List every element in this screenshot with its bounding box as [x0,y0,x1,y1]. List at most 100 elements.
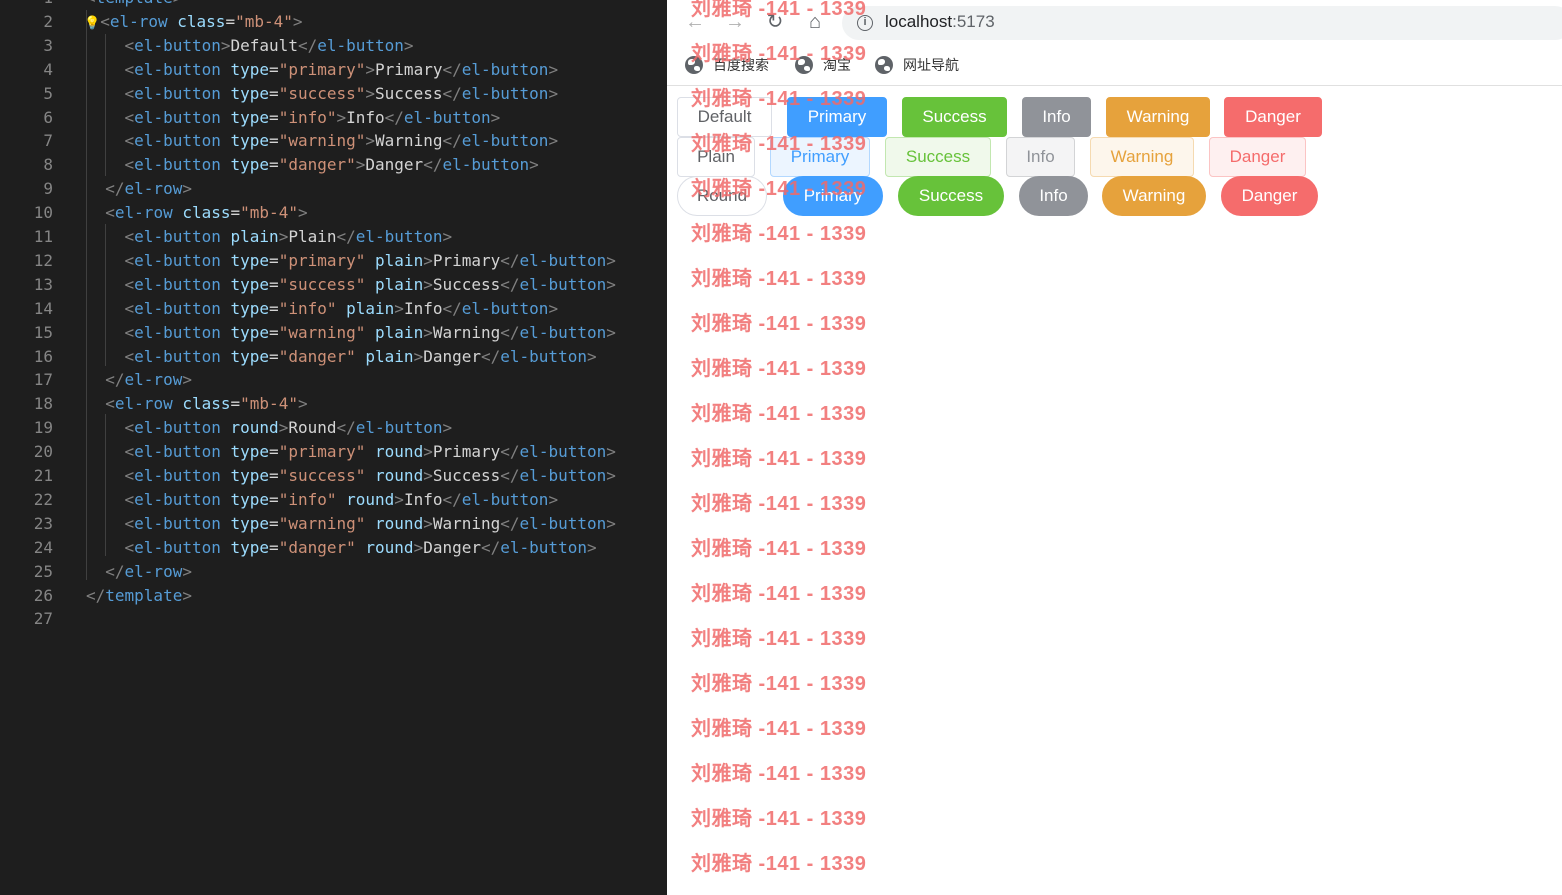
code-line: 24 <el-button type="danger" round>Danger… [0,536,667,560]
home-icon[interactable]: ⌂ [803,10,827,34]
code-token: </ [384,107,404,127]
warning-button[interactable]: Warning [1102,176,1206,216]
code-token: > [529,155,539,175]
code-token: > [606,513,616,533]
code-token: < [105,203,115,223]
line-number: 11 [33,227,53,246]
code-token: = [269,442,279,462]
reload-icon[interactable]: ↻ [763,10,787,34]
primary-button[interactable]: Primary [783,176,883,216]
line-number: 15 [33,322,53,342]
code-token: > [606,466,616,485]
code-token: < [124,346,135,366]
round-button[interactable]: Round [677,176,767,216]
success-button[interactable]: Success [885,137,991,177]
code-token: plain [375,322,424,342]
address-bar[interactable]: i localhost:5173 [842,6,1562,40]
code-token: > [394,489,404,509]
info-button[interactable]: Info [1019,176,1088,216]
code-token: > [423,466,433,485]
forward-icon[interactable]: → [723,10,747,34]
code-editor[interactable]: 1<template>2💡<el-row class="mb-4">3 <el-… [0,0,667,895]
info-icon[interactable]: i [857,15,873,31]
watermark-text: 刘雅琦 -141 - 1339 [691,853,867,875]
success-button[interactable]: Success [902,97,1007,137]
code-token: > [442,227,453,246]
code-text: <el-button type="info">Info</el-button> [86,106,501,130]
code-token: Primary [375,59,443,79]
code-token: </ [500,466,520,485]
code-token: "mb-4" [235,11,293,31]
line-number: 12 [33,250,53,270]
primary-button[interactable]: Primary [787,97,887,137]
code-token: template [105,585,183,605]
code-token: > [548,83,559,103]
code-text: <el-button round>Round</el-button> [86,416,453,440]
code-token: < [124,322,135,342]
warning-button[interactable]: Warning [1090,137,1194,177]
bookmark-taobao[interactable]: 淘宝 [795,54,851,76]
code-token: el-button [134,59,221,79]
code-token: round [230,418,279,438]
bookmark-baidu[interactable]: 百度搜索 [685,54,769,76]
danger-button[interactable]: Danger [1209,137,1306,177]
code-token: type [230,537,270,557]
code-text: <el-button type="warning" plain>Warning<… [86,321,616,345]
default-button[interactable]: Default [677,97,772,137]
code-token: Success [375,83,443,103]
back-icon[interactable]: ← [683,10,707,34]
code-token: Primary [432,250,501,270]
code-token: Info [403,489,443,509]
info-button[interactable]: Info [1022,97,1091,137]
code-token: el-button [519,250,607,270]
code-token: el-button [134,227,221,246]
code-token: "mb-4" [240,203,298,223]
code-line: 18 <el-row class="mb-4"> [0,392,667,416]
warning-button[interactable]: Warning [1106,97,1210,137]
line-number: 26 [33,585,53,605]
code-text: <el-button type="warning" round>Warning<… [86,512,616,536]
code-text: <el-button type="success" round>Success<… [86,464,616,488]
code-token: > [548,298,559,318]
success-button[interactable]: Success [898,176,1004,216]
code-line: 3 <el-button>Default</el-button> [0,34,667,58]
code-line: 12 <el-button type="primary" plain>Prima… [0,249,667,273]
code-line: 11 <el-button plain>Plain</el-button> [0,225,667,249]
bookmark-label: 百度搜索 [713,57,769,73]
code-token: el-button [134,131,221,151]
code-token: </ [442,131,462,151]
code-text: <el-button type="danger" round>Danger</e… [86,536,597,560]
primary-button[interactable]: Primary [770,137,870,177]
code-token: </ [442,489,462,509]
code-token: > [442,418,453,438]
danger-button[interactable]: Danger [1224,97,1322,137]
address-url: localhost:5173 [885,12,995,32]
bookmark-nav[interactable]: 网址导航 [875,54,959,76]
address-host: localhost [885,12,953,31]
code-token: el-button [461,59,549,79]
line-number: 8 [43,155,53,175]
danger-button[interactable]: Danger [1221,176,1318,216]
code-token: round [375,466,424,485]
watermark-text: 刘雅琦 -141 - 1339 [691,808,867,830]
code-token: </ [423,155,443,175]
line-number: 4 [43,59,53,79]
lightbulb-icon[interactable]: 💡 [84,12,100,36]
code-token: > [173,0,183,7]
info-button[interactable]: Info [1006,137,1075,177]
code-token: el-row [124,561,183,581]
plain-button[interactable]: Plain [677,137,755,177]
code-token: el-button [461,489,549,509]
code-text: <el-button type="warning">Warning</el-bu… [86,129,559,153]
